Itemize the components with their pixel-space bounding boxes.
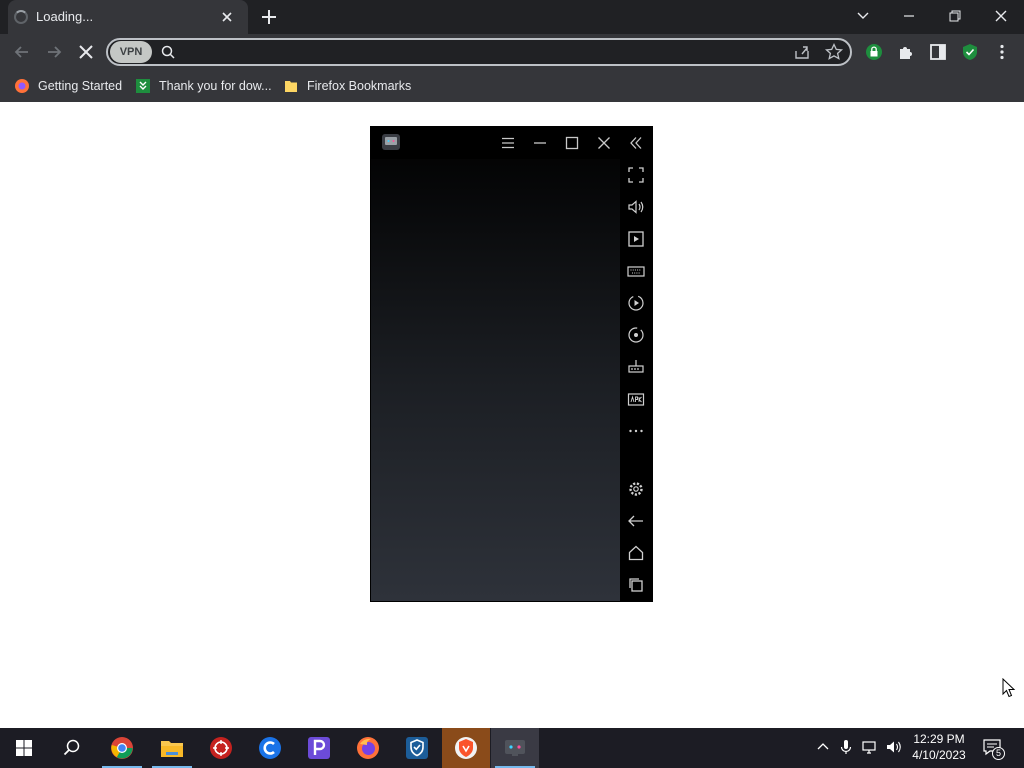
file-explorer-icon[interactable] xyxy=(148,728,196,768)
keyboard-icon[interactable] xyxy=(626,261,646,281)
recents-icon[interactable] xyxy=(626,575,646,595)
folder-icon xyxy=(283,78,299,94)
vpn-lock-extension-icon[interactable] xyxy=(864,42,884,62)
vpn-badge[interactable]: VPN xyxy=(110,41,152,63)
share-icon[interactable] xyxy=(792,42,812,62)
side-panel-icon[interactable] xyxy=(928,42,948,62)
search-icon[interactable] xyxy=(48,728,96,768)
bookmark-label: Firefox Bookmarks xyxy=(307,79,412,93)
apk-icon[interactable] xyxy=(626,389,646,409)
bookmark-label: Getting Started xyxy=(38,79,123,93)
system-clock[interactable]: 12:29 PM 4/10/2023 xyxy=(908,731,970,763)
pdf-app-icon[interactable] xyxy=(295,728,343,768)
firefox-icon xyxy=(14,78,30,94)
new-tab-icon[interactable] xyxy=(258,6,280,28)
window-close-icon[interactable] xyxy=(978,2,1024,30)
back-arrow-icon[interactable] xyxy=(12,42,32,62)
screen-record-icon[interactable] xyxy=(626,229,646,249)
bookmark-thank-you[interactable]: Thank you for dow... xyxy=(135,76,272,96)
bookmark-getting-started[interactable]: Getting Started xyxy=(14,76,122,96)
app-red-icon[interactable] xyxy=(197,728,245,768)
mouse-cursor-icon xyxy=(1002,678,1016,698)
bookmark-folder-firefox[interactable]: Firefox Bookmarks xyxy=(283,76,411,96)
microphone-icon[interactable] xyxy=(837,738,855,756)
macro-icon[interactable] xyxy=(626,293,646,313)
extensions-puzzle-icon[interactable] xyxy=(896,42,916,62)
chrome-icon[interactable] xyxy=(98,728,146,768)
emulator-icon[interactable] xyxy=(491,728,539,768)
browser-menu-icon[interactable] xyxy=(992,42,1012,62)
window-minimize-icon[interactable] xyxy=(886,2,932,30)
emulator-sidebar xyxy=(620,159,652,601)
search-icon xyxy=(160,44,176,60)
notification-count-badge: 5 xyxy=(992,747,1005,760)
bookmark-star-icon[interactable] xyxy=(824,42,844,62)
close-icon[interactable] xyxy=(595,134,613,152)
show-hidden-icons-chevron-icon[interactable] xyxy=(814,738,832,756)
back-icon[interactable] xyxy=(626,511,646,531)
collapse-icon[interactable] xyxy=(627,134,645,152)
loading-spinner-icon xyxy=(14,10,28,24)
stop-loading-icon[interactable] xyxy=(76,42,96,62)
security-shield-extension-icon[interactable] xyxy=(960,42,980,62)
home-icon[interactable] xyxy=(626,543,646,563)
tab-search-chevron-icon[interactable] xyxy=(840,2,886,30)
window-restore-icon[interactable] xyxy=(932,2,978,30)
volume-icon[interactable] xyxy=(885,738,903,756)
settings-icon[interactable] xyxy=(626,479,646,499)
emulator-window[interactable] xyxy=(370,126,653,602)
emulator-logo-icon xyxy=(382,134,400,150)
shield-app-icon[interactable] xyxy=(393,728,441,768)
start-icon[interactable] xyxy=(0,728,48,768)
firefox-icon[interactable] xyxy=(344,728,392,768)
minimize-icon[interactable] xyxy=(531,134,549,152)
tab-title: Loading... xyxy=(36,9,94,24)
notification-center-icon[interactable]: 5 xyxy=(982,738,1006,760)
clock-date: 4/10/2023 xyxy=(912,748,966,762)
tab-close-icon[interactable] xyxy=(218,8,236,26)
brave-icon[interactable] xyxy=(442,728,490,768)
fullscreen-icon[interactable] xyxy=(626,165,646,185)
menu-icon[interactable] xyxy=(499,134,517,152)
volume-icon[interactable] xyxy=(626,197,646,217)
more-icon[interactable] xyxy=(626,421,646,441)
maximize-icon[interactable] xyxy=(563,134,581,152)
address-bar[interactable] xyxy=(106,38,852,66)
bookmark-label: Thank you for dow... xyxy=(159,79,272,93)
rotate-icon[interactable] xyxy=(626,325,646,345)
ccleaner-icon[interactable] xyxy=(246,728,294,768)
install-apk-icon[interactable] xyxy=(626,357,646,377)
clock-time: 12:29 PM xyxy=(913,732,965,746)
download-site-icon xyxy=(135,78,151,94)
forward-arrow-icon[interactable] xyxy=(44,42,64,62)
network-icon[interactable] xyxy=(861,738,879,756)
